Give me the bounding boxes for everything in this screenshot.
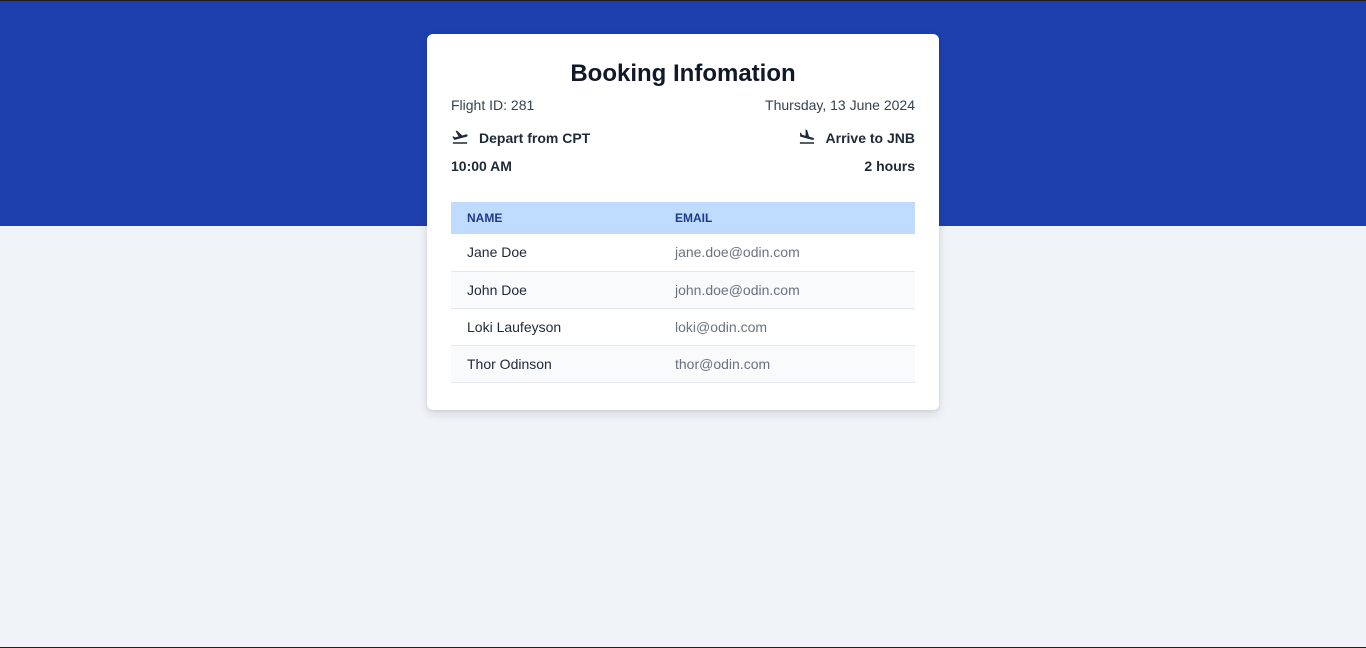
passenger-email: loki@odin.com	[675, 318, 768, 335]
passenger-name: Jane Doe	[467, 244, 527, 261]
table-row: Thor Odinson thor@odin.com	[451, 345, 915, 382]
table-row: Loki Laufeyson loki@odin.com	[451, 308, 915, 345]
departure-time: 10:00 AM	[451, 158, 512, 174]
flight-times: 10:00 AM 2 hours	[451, 156, 915, 176]
arrive-info: Arrive to JNB	[798, 128, 915, 149]
flight-route: Depart from CPT Arrive to JNB	[451, 128, 915, 148]
depart-info: Depart from CPT	[451, 128, 590, 149]
passenger-table: NAME EMAIL Jane Doe jane.doe@odin.com Jo…	[451, 202, 915, 383]
table-row: Jane Doe jane.doe@odin.com	[451, 234, 915, 271]
booking-card: Booking Infomation Flight ID: 281 Thursd…	[427, 34, 939, 410]
flight-duration: 2 hours	[864, 158, 915, 174]
flight-id: Flight ID: 281	[451, 97, 535, 113]
passenger-name: Loki Laufeyson	[467, 318, 562, 335]
flight-meta: Flight ID: 281 Thursday, 13 June 2024	[451, 96, 915, 114]
arrive-label: Arrive to JNB	[825, 130, 915, 146]
flight-date: Thursday, 13 June 2024	[765, 97, 915, 113]
passenger-email: jane.doe@odin.com	[675, 244, 800, 261]
column-header-email: EMAIL	[667, 202, 915, 234]
page-title: Booking Infomation	[570, 60, 796, 87]
passenger-name: John Doe	[467, 281, 527, 298]
table-header-row: NAME EMAIL	[451, 202, 915, 234]
flight-takeoff-icon	[451, 128, 469, 149]
page: Booking Infomation Flight ID: 281 Thursd…	[0, 0, 1366, 648]
column-header-name: NAME	[451, 202, 667, 234]
passenger-email: thor@odin.com	[675, 355, 771, 372]
table-row: John Doe john.doe@odin.com	[451, 271, 915, 308]
passenger-name: Thor Odinson	[467, 355, 552, 372]
passenger-email: john.doe@odin.com	[675, 281, 800, 298]
flight-land-icon	[798, 128, 816, 149]
depart-label: Depart from CPT	[479, 130, 591, 146]
